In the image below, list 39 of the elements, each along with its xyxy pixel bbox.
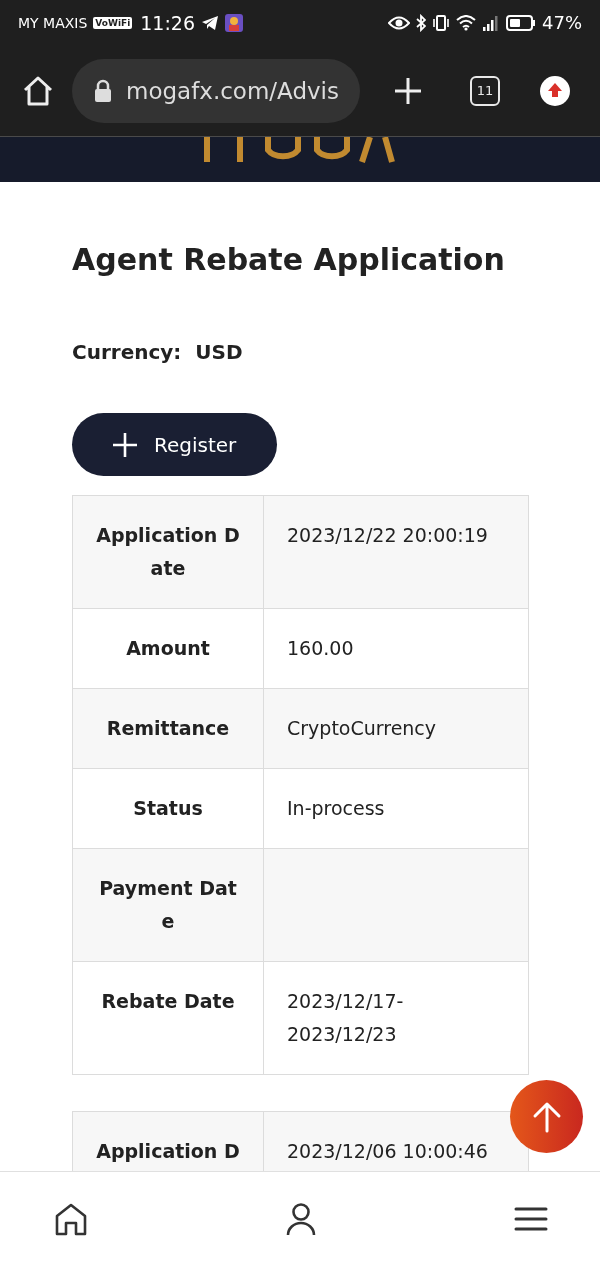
field-label: Payment Date [73,849,264,961]
page-title: Agent Rebate Application [72,241,506,279]
plus-icon [112,431,138,458]
arrow-up-icon [531,1100,562,1133]
home-icon[interactable] [22,75,54,106]
app-icon [225,13,243,32]
tab-count-button[interactable]: 11 [470,75,500,106]
field-label: Amount [73,609,264,688]
carrier-name: MY MAXIS [18,14,88,31]
field-label: Application Date [73,496,264,608]
vibrate-icon [432,13,450,32]
vowifi-badge: VoWiFi [93,16,133,29]
field-value: 2023/12/06 10:00:46 [286,1139,489,1164]
bluetooth-icon [416,13,426,32]
field-value: In-process [286,796,386,821]
battery-icon [506,14,536,31]
register-button[interactable]: Register [72,413,277,476]
plus-icon[interactable] [394,76,422,105]
field-label: Remittance [73,689,264,768]
field-value: 160.00 [286,636,355,661]
lock-icon [94,78,112,103]
eye-icon [388,15,410,30]
currency-label: Currency: [72,339,182,366]
battery-percent: 47% [542,12,582,33]
menu-icon[interactable] [514,1205,548,1232]
field-label: Rebate Date [73,962,264,1074]
field-value: 2023/12/22 20:00:19 [286,523,489,548]
field-value: CryptoCurrency [286,716,438,741]
wifi-icon [456,14,476,31]
telegram-icon [201,14,219,31]
signal-icon [482,14,500,31]
address-bar[interactable]: mogafx.com/Advis [72,58,360,123]
field-label: Status [73,769,264,848]
clock-time: 11:26 [140,11,195,34]
person-icon[interactable] [286,1201,316,1236]
home-icon[interactable] [54,1201,88,1236]
currency-value: USD [195,339,243,366]
upload-icon[interactable] [540,75,570,106]
field-value: 2023/12/17-2023/12/23 [286,989,405,1047]
